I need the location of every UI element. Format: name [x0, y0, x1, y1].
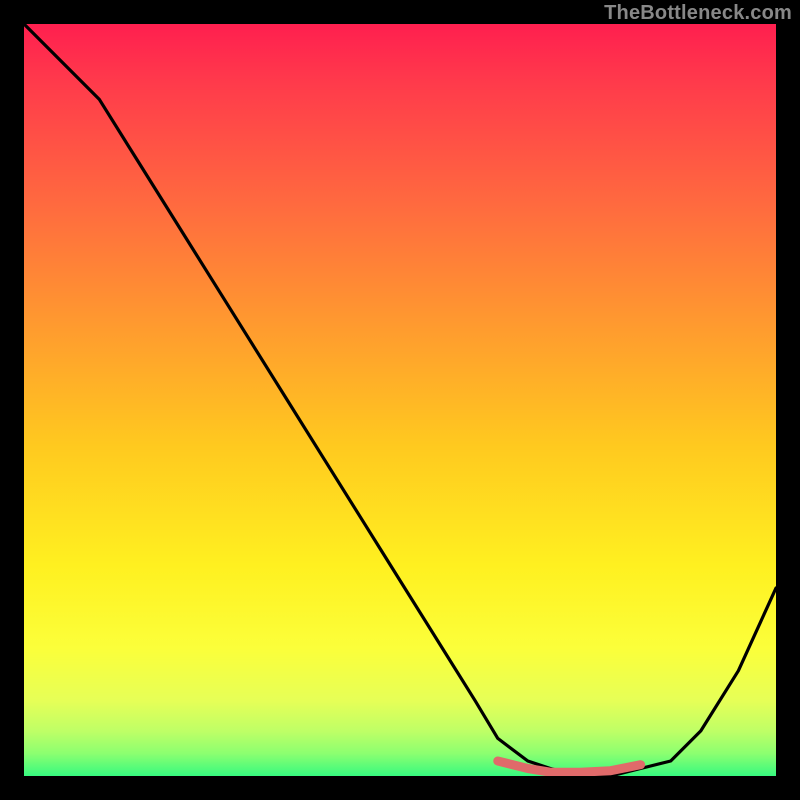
bottleneck-curve: [24, 24, 776, 776]
watermark-label: TheBottleneck.com: [604, 2, 792, 25]
optimal-zone-marker: [498, 761, 641, 772]
chart-frame: TheBottleneck.com: [0, 0, 800, 800]
plot-area: [24, 24, 776, 776]
chart-svg: [24, 24, 776, 776]
